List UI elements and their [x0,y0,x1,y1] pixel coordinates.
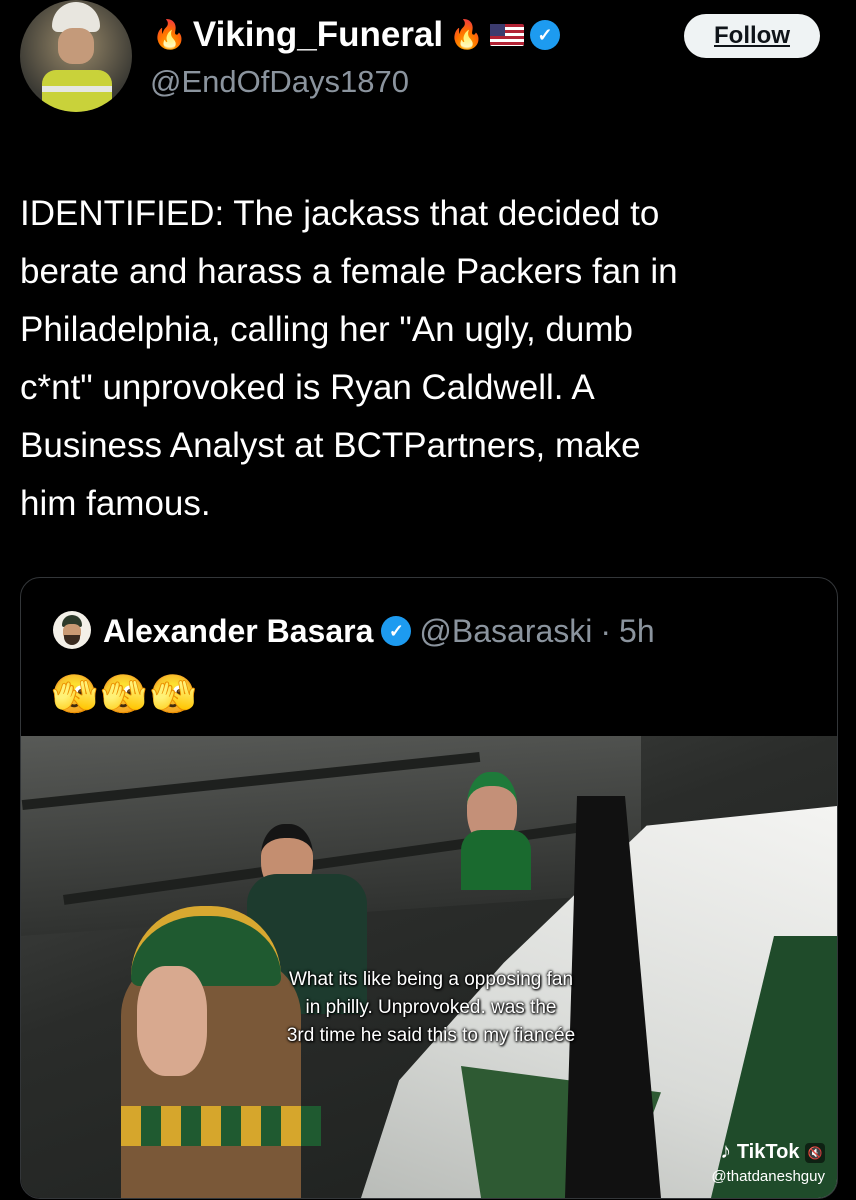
verified-badge-icon[interactable]: ✓ [530,20,561,50]
avatar-face [58,28,94,64]
quoted-tweet-text: 🫣🫣🫣 [51,674,199,716]
author-avatar[interactable] [20,0,132,112]
video-person-background [461,772,531,890]
fire-icon: 🔥 [152,19,187,50]
quoted-author-name[interactable]: Alexander Basara [103,613,373,650]
dot-separator: · [600,612,612,649]
quoted-author-avatar[interactable] [53,611,91,649]
quoted-timestamp[interactable]: 5h [619,613,655,650]
follow-button[interactable]: Follow [684,14,820,58]
author-name-row[interactable]: 🔥 Viking_Funeral 🔥 ✓ [152,14,561,56]
quoted-tweet-card[interactable]: Alexander Basara ✓ @Basaraski · 5h 🫣🫣🫣 W… [20,577,838,1199]
quoted-author-row: Alexander Basara ✓ @Basaraski · 5h [103,610,655,652]
quoted-video[interactable]: What its like being a opposing fan in ph… [21,736,837,1198]
mute-icon[interactable]: 🔇 [805,1142,825,1163]
avatar-vest-stripe [42,86,112,92]
author-display-name[interactable]: Viking_Funeral [193,15,443,55]
avatar-beard [64,635,80,645]
author-handle[interactable]: @EndOfDays1870 [150,64,409,100]
tiktok-watermark: ♪ TikTok 🔇 @thatdaneshguy [711,1138,825,1185]
video-caption: What its like being a opposing fan in ph… [286,969,576,1046]
tiktok-brand: TikTok [736,1141,800,1163]
us-flag-icon [490,24,525,46]
verified-badge-icon[interactable]: ✓ [381,616,412,646]
video-person-woman [121,906,341,1198]
tiktok-handle: @thatdaneshguy [711,1168,825,1185]
fire-icon: 🔥 [449,19,485,50]
tiktok-logo-icon: ♪ [720,1138,732,1163]
quoted-author-handle[interactable]: @Basaraski [419,613,592,650]
tweet-text: IDENTIFIED: The jackass that decided to … [20,194,678,523]
